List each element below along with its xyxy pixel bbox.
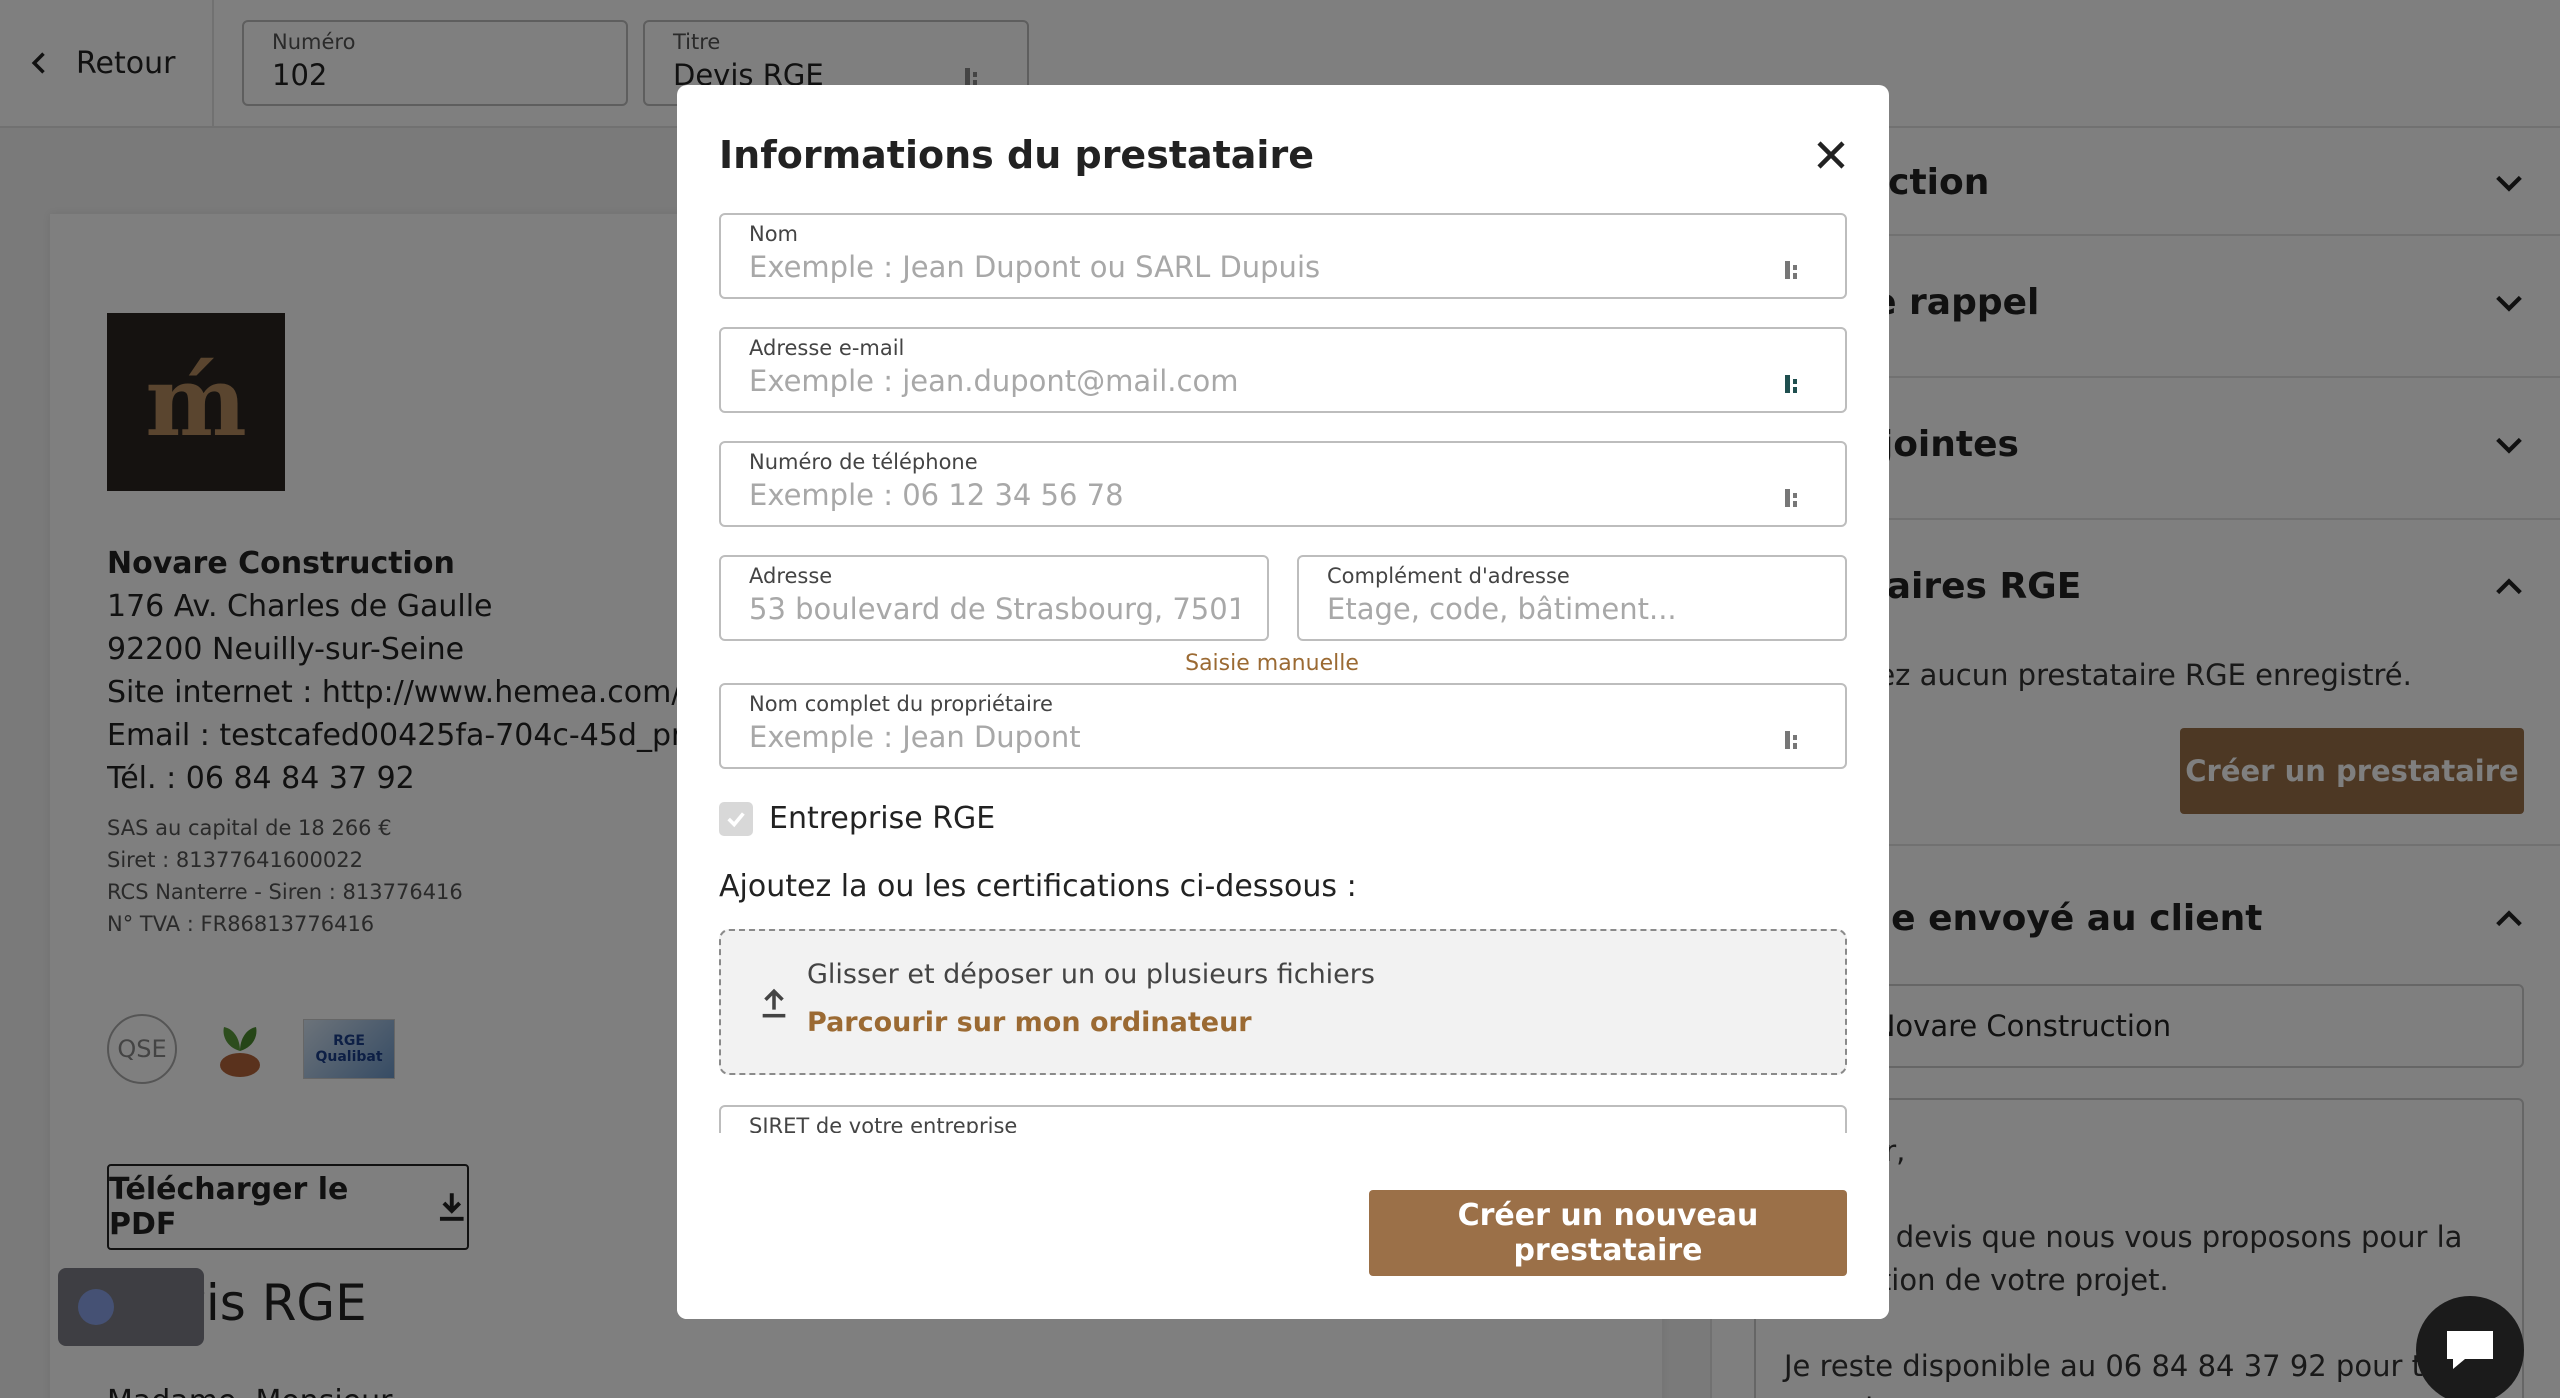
adresse-input[interactable] bbox=[749, 592, 1239, 626]
nom-field[interactable]: Nom bbox=[719, 213, 1847, 299]
chat-icon bbox=[2447, 1331, 2493, 1369]
grammar-icon[interactable] bbox=[1783, 257, 1805, 283]
email-label: Adresse e-mail bbox=[749, 336, 905, 360]
dropzone-text: Glisser et déposer un ou plusieurs fichi… bbox=[807, 959, 1375, 990]
telephone-label: Numéro de téléphone bbox=[749, 450, 978, 474]
complement-adresse-input[interactable] bbox=[1327, 592, 1817, 626]
modal-title: Informations du prestataire bbox=[719, 133, 1314, 177]
rge-checkbox-label: Entreprise RGE bbox=[769, 801, 996, 836]
certification-dropzone[interactable]: Glisser et déposer un ou plusieurs fichi… bbox=[719, 929, 1847, 1075]
checkmark-icon bbox=[727, 811, 745, 827]
adresse-label: Adresse bbox=[749, 564, 833, 588]
create-new-provider-button[interactable]: Créer un nouveau prestataire bbox=[1369, 1190, 1847, 1276]
proprietaire-label: Nom complet du propriétaire bbox=[749, 692, 1053, 716]
email-input[interactable] bbox=[749, 364, 1817, 398]
grammar-icon[interactable] bbox=[1783, 727, 1805, 753]
close-icon[interactable] bbox=[1813, 137, 1849, 173]
telephone-field[interactable]: Numéro de téléphone bbox=[719, 441, 1847, 527]
proprietaire-field[interactable]: Nom complet du propriétaire bbox=[719, 683, 1847, 769]
grammar-icon[interactable] bbox=[1783, 371, 1805, 397]
rge-checkbox-row[interactable]: Entreprise RGE bbox=[719, 801, 995, 836]
browse-computer-link[interactable]: Parcourir sur mon ordinateur bbox=[807, 1007, 1252, 1038]
proprietaire-input[interactable] bbox=[749, 720, 1817, 754]
email-field[interactable]: Adresse e-mail bbox=[719, 327, 1847, 413]
rge-checkbox[interactable] bbox=[719, 801, 753, 836]
provider-info-modal: Informations du prestataire Nom Adresse … bbox=[677, 85, 1889, 1319]
manual-entry-link[interactable]: Saisie manuelle bbox=[1112, 651, 1432, 676]
grammar-icon[interactable] bbox=[1783, 485, 1805, 511]
nom-label: Nom bbox=[749, 222, 799, 246]
certifications-label: Ajoutez la ou les certifications ci-dess… bbox=[719, 869, 1357, 904]
telephone-input[interactable] bbox=[749, 478, 1817, 512]
upload-icon bbox=[762, 988, 786, 1018]
adresse-field[interactable]: Adresse bbox=[719, 555, 1269, 641]
complement-adresse-field[interactable]: Complément d'adresse bbox=[1297, 555, 1847, 641]
complement-adresse-label: Complément d'adresse bbox=[1327, 564, 1570, 588]
nom-input[interactable] bbox=[749, 250, 1817, 284]
chat-bubble[interactable] bbox=[2416, 1296, 2524, 1398]
